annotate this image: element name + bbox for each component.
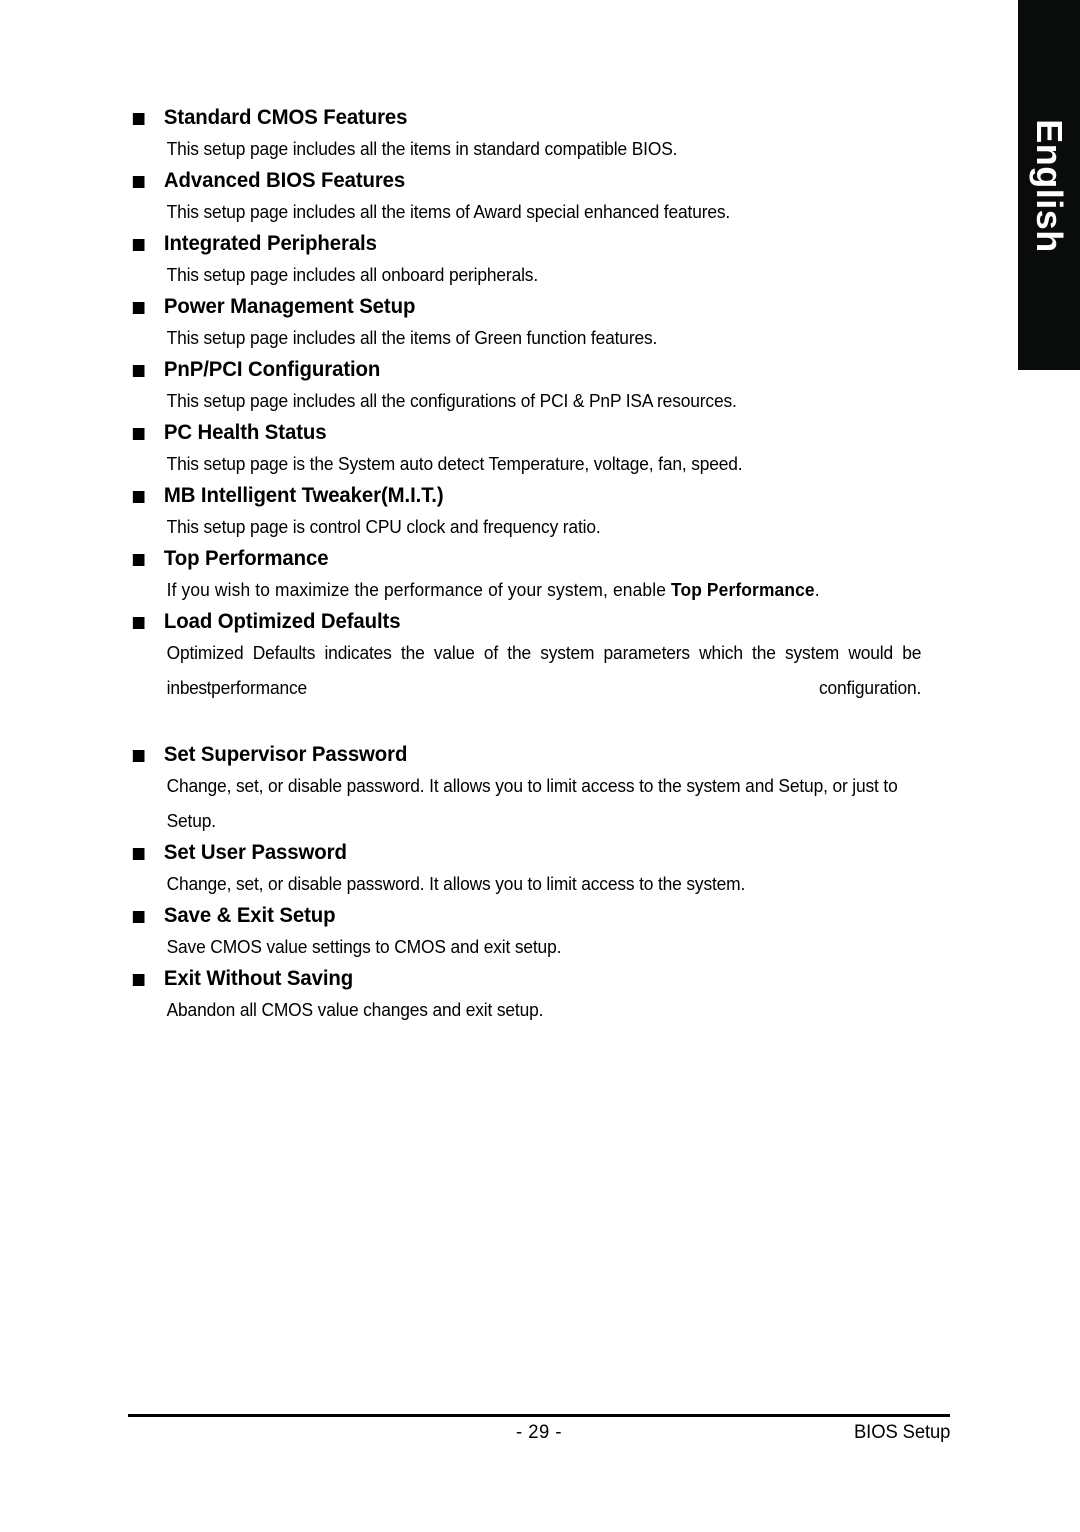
section-heading: MB Intelligent Tweaker(M.I.T.) — [128, 482, 927, 510]
section-heading-text: Top Performance — [163, 547, 329, 570]
section-heading: Advanced BIOS Features — [128, 167, 927, 195]
footer-row: - 29 - BIOS Setup — [128, 1420, 950, 1450]
square-bullet-icon — [132, 113, 145, 125]
section-description: This setup page includes all onboard per… — [166, 265, 539, 285]
section-heading: Standard CMOS Features — [128, 104, 927, 132]
section-exit-without-saving: Exit Without Saving Abandon all CMOS val… — [128, 965, 952, 1028]
section-heading-text: Advanced BIOS Features — [163, 169, 406, 192]
section-heading-text: PC Health Status — [163, 421, 327, 444]
footer-divider — [128, 1414, 950, 1417]
section-heading: Power Management Setup — [128, 293, 927, 321]
section-top-performance: Top Performance If you wish to maximize … — [128, 545, 952, 608]
section-heading: Top Performance — [128, 545, 927, 573]
square-bullet-icon — [132, 239, 145, 251]
square-bullet-icon — [132, 750, 145, 762]
section-integrated-peripherals: Integrated Peripherals This setup page i… — [128, 230, 952, 293]
square-bullet-icon — [132, 617, 145, 629]
section-pc-health-status: PC Health Status This setup page is the … — [128, 419, 952, 482]
section-heading-text: Set Supervisor Password — [163, 743, 408, 766]
description-line-2-rest: performance configuration. — [211, 678, 922, 698]
square-bullet-icon — [132, 974, 145, 986]
language-tab-label: English — [1029, 119, 1070, 253]
square-bullet-icon — [132, 848, 145, 860]
section-heading-text: Save & Exit Setup — [163, 904, 336, 927]
section-description: Change, set, or disable password. It all… — [166, 776, 898, 831]
document-content: Standard CMOS Features This setup page i… — [128, 104, 952, 1028]
section-heading-text: Exit Without Saving — [163, 967, 354, 990]
section-description: This setup page includes all the configu… — [166, 391, 737, 411]
square-bullet-icon — [132, 554, 145, 566]
square-bullet-icon — [132, 302, 145, 314]
section-heading-text: Power Management Setup — [163, 295, 416, 318]
section-set-supervisor-password: Set Supervisor Password Change, set, or … — [128, 741, 952, 839]
section-load-optimized-defaults: Load Optimized Defaults Optimized Defaul… — [128, 608, 952, 741]
section-heading-text: Standard CMOS Features — [163, 106, 408, 129]
section-power-management-setup: Power Management Setup This setup page i… — [128, 293, 952, 356]
square-bullet-icon — [132, 428, 145, 440]
square-bullet-icon — [132, 176, 145, 188]
section-heading-text: Load Optimized Defaults — [163, 610, 401, 633]
section-description: This setup page includes all the items o… — [166, 328, 658, 348]
section-description: Optimized Defaults indicates the value o… — [128, 636, 923, 741]
section-heading: Integrated Peripherals — [128, 230, 927, 258]
description-emphasis: Top Performance — [670, 580, 815, 600]
section-heading: Set User Password — [128, 839, 927, 867]
section-heading-text: PnP/PCI Configuration — [163, 358, 381, 381]
section-heading: PnP/PCI Configuration — [128, 356, 927, 384]
section-heading-text: MB Intelligent Tweaker(M.I.T.) — [163, 484, 444, 507]
section-set-user-password: Set User Password Change, set, or disabl… — [128, 839, 952, 902]
section-description: This setup page includes all the items i… — [166, 139, 678, 159]
section-mb-intelligent-tweaker: MB Intelligent Tweaker(M.I.T.) This setu… — [128, 482, 952, 545]
section-description: If you wish to maximize the performance … — [128, 573, 923, 608]
description-line-2-lead: best — [179, 678, 212, 698]
square-bullet-icon — [132, 365, 145, 377]
footer-section-label: BIOS Setup — [853, 1422, 950, 1443]
section-heading-text: Set User Password — [163, 841, 347, 864]
section-description: This setup page is control CPU clock and… — [166, 517, 601, 537]
section-heading: Load Optimized Defaults — [128, 608, 927, 636]
section-heading: Set Supervisor Password — [128, 741, 927, 769]
section-description: Change, set, or disable password. It all… — [166, 874, 746, 894]
square-bullet-icon — [132, 911, 145, 923]
section-description: This setup page is the System auto detec… — [166, 454, 743, 474]
section-pnp-pci-configuration: PnP/PCI Configuration This setup page in… — [128, 356, 952, 419]
section-standard-cmos-features: Standard CMOS Features This setup page i… — [128, 104, 952, 167]
section-heading: PC Health Status — [128, 419, 927, 447]
section-heading-text: Integrated Peripherals — [163, 232, 377, 255]
page-number: - 29 - — [516, 1422, 562, 1443]
section-save-and-exit-setup: Save & Exit Setup Save CMOS value settin… — [128, 902, 952, 965]
section-description: Abandon all CMOS value changes and exit … — [166, 1000, 544, 1020]
description-text-part: If you wish to maximize the performance … — [166, 580, 671, 600]
description-text-part: . — [814, 580, 820, 600]
section-advanced-bios-features: Advanced BIOS Features This setup page i… — [128, 167, 952, 230]
section-heading: Save & Exit Setup — [128, 902, 927, 930]
section-description: Save CMOS value settings to CMOS and exi… — [166, 937, 562, 957]
section-description: This setup page includes all the items o… — [166, 202, 731, 222]
language-tab: English — [1018, 0, 1080, 370]
page-footer: - 29 - BIOS Setup — [128, 1414, 950, 1450]
square-bullet-icon — [132, 491, 145, 503]
section-heading: Exit Without Saving — [128, 965, 927, 993]
